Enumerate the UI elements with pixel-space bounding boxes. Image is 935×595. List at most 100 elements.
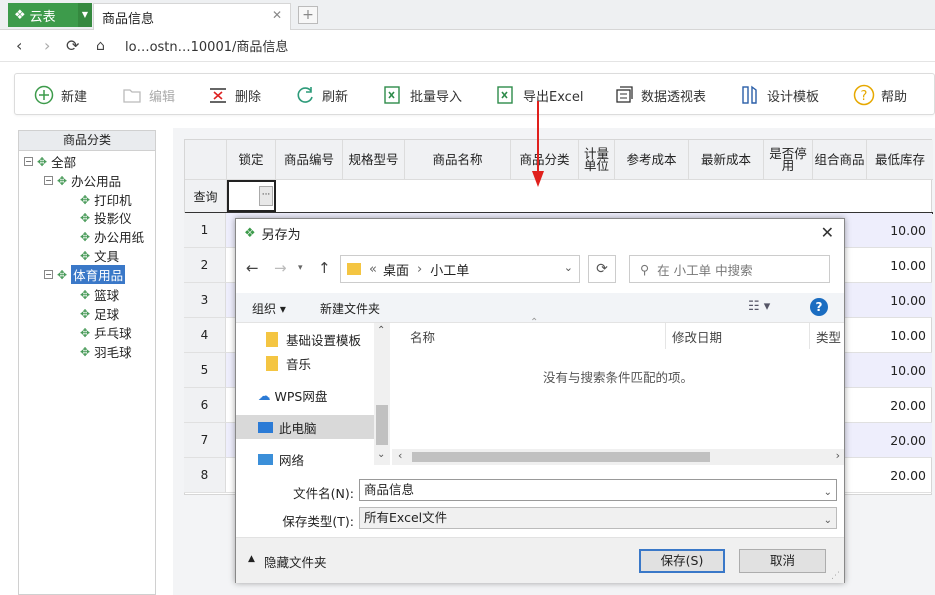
hide-folders-toggle[interactable]: 隐藏文件夹 bbox=[264, 552, 327, 571]
tree-node-sports[interactable]: − ✥ 体育用品 bbox=[44, 265, 126, 284]
tree-node-office-supplies[interactable]: − ✥ 办公用品 bbox=[44, 171, 121, 190]
tree-node-paper[interactable]: ✥ 办公用纸 bbox=[80, 227, 144, 246]
path-segment[interactable]: 桌面 bbox=[383, 260, 409, 279]
min-stock-cell[interactable]: 10.00 bbox=[866, 258, 926, 273]
min-stock-cell[interactable]: 10.00 bbox=[866, 293, 926, 308]
home-icon[interactable]: ⌂ bbox=[96, 38, 105, 54]
edit-button[interactable]: 编辑 bbox=[121, 84, 175, 106]
chevron-down-icon[interactable]: ⌄ bbox=[564, 261, 573, 274]
tree-node-football[interactable]: ✥ 足球 bbox=[80, 304, 119, 323]
refresh-button[interactable]: 刷新 bbox=[294, 84, 348, 106]
nav-item-selected[interactable]: 此电脑 bbox=[236, 415, 374, 439]
reload-icon[interactable]: ⟳ bbox=[66, 36, 79, 55]
resize-grip-icon[interactable]: ⋰ bbox=[831, 571, 840, 581]
query-cell-lock[interactable]: ··· bbox=[227, 180, 276, 212]
collapse-icon[interactable]: − bbox=[44, 270, 53, 279]
collapse-arrow-icon[interactable]: ▲ bbox=[248, 554, 255, 564]
row-number[interactable]: 5 bbox=[184, 353, 226, 388]
tab-product-info[interactable]: 商品信息 ✕ bbox=[93, 3, 291, 30]
refresh-path-button[interactable]: ⟳ bbox=[588, 255, 616, 283]
scroll-up-icon[interactable]: ⌃ bbox=[377, 325, 385, 336]
row-number[interactable]: 7 bbox=[184, 423, 226, 458]
scroll-down-icon[interactable]: ⌄ bbox=[377, 449, 385, 460]
col-header[interactable]: 计量单位 bbox=[579, 140, 615, 180]
node-icon: ✥ bbox=[57, 267, 68, 282]
row-number[interactable]: 4 bbox=[184, 318, 226, 353]
help-button[interactable]: ? 帮助 bbox=[853, 84, 907, 106]
help-icon[interactable]: ? bbox=[810, 298, 828, 316]
col-header[interactable]: 最低库存 bbox=[867, 140, 933, 180]
new-folder-button[interactable]: 新建文件夹 bbox=[320, 300, 380, 317]
path-overflow[interactable]: « bbox=[369, 262, 377, 277]
tree-node-stationery[interactable]: ✥ 文具 bbox=[80, 246, 119, 265]
back-icon[interactable]: ‹ bbox=[16, 36, 22, 55]
new-tab-button[interactable]: + bbox=[298, 6, 318, 24]
brand-dropdown-icon[interactable]: ▼ bbox=[78, 3, 92, 27]
row-number[interactable]: 1 bbox=[184, 213, 226, 248]
delete-button[interactable]: 删除 bbox=[207, 84, 261, 106]
up-arrow-icon[interactable]: ↑ bbox=[318, 259, 331, 277]
tree-node-all[interactable]: − ✥ 全部 bbox=[24, 152, 76, 171]
filename-input[interactable]: 商品信息 ⌄ bbox=[359, 479, 837, 501]
tree-node-printer[interactable]: ✥ 打印机 bbox=[80, 190, 132, 209]
col-header[interactable]: 组合商品 bbox=[813, 140, 867, 180]
scroll-thumb[interactable] bbox=[376, 405, 388, 445]
min-stock-cell[interactable]: 20.00 bbox=[866, 468, 926, 483]
min-stock-cell[interactable]: 10.00 bbox=[866, 223, 926, 238]
row-number[interactable]: 2 bbox=[184, 248, 226, 283]
folder-search-input[interactable]: ⚲ 在 小工单 中搜索 bbox=[629, 255, 830, 283]
collapse-icon[interactable]: − bbox=[44, 176, 53, 185]
forward-icon[interactable]: › bbox=[44, 36, 50, 55]
tree-node-pingpong[interactable]: ✥ 乒乓球 bbox=[80, 323, 132, 342]
file-list-hscrollbar[interactable]: ‹ › bbox=[392, 449, 844, 465]
collapse-icon[interactable]: − bbox=[24, 157, 33, 166]
batch-import-label: 批量导入 bbox=[410, 89, 463, 105]
col-header[interactable]: 商品名称 bbox=[405, 140, 511, 180]
row-number[interactable]: 3 bbox=[184, 283, 226, 318]
scroll-left-icon[interactable]: ‹ bbox=[398, 449, 402, 462]
col-header[interactable]: 商品编号 bbox=[276, 140, 343, 180]
new-button[interactable]: 新建 bbox=[33, 84, 87, 106]
organize-button[interactable]: 组织 ▾ bbox=[252, 300, 286, 317]
design-template-button[interactable]: 设计模板 bbox=[739, 84, 819, 106]
min-stock-cell[interactable]: 10.00 bbox=[866, 328, 926, 343]
col-modified[interactable]: 修改日期 bbox=[672, 323, 810, 349]
view-options-icon[interactable]: ☷ ▾ bbox=[748, 299, 770, 314]
col-header[interactable]: 参考成本 bbox=[615, 140, 689, 180]
ellipsis-button[interactable]: ··· bbox=[259, 186, 273, 206]
save-button[interactable]: 保存(S) bbox=[639, 549, 725, 573]
filetype-select[interactable]: 所有Excel文件 ⌄ bbox=[359, 507, 837, 529]
tab-close-icon[interactable]: ✕ bbox=[272, 8, 282, 22]
col-header[interactable]: 是否停用 bbox=[764, 140, 813, 180]
min-stock-cell[interactable]: 10.00 bbox=[866, 363, 926, 378]
brand-menu-button[interactable]: ❖ 云表 bbox=[8, 3, 78, 27]
back-arrow-icon[interactable]: ← bbox=[246, 259, 259, 277]
col-header[interactable]: 锁定 bbox=[227, 140, 276, 180]
path-box[interactable]: « 桌面 › 小工单 ⌄ bbox=[340, 255, 580, 283]
tree-node-basketball[interactable]: ✥ 篮球 bbox=[80, 285, 119, 304]
node-icon: ✥ bbox=[80, 344, 91, 359]
forward-arrow-icon[interactable]: → bbox=[274, 259, 287, 277]
recent-dropdown-icon[interactable]: ▾ bbox=[298, 263, 303, 273]
scroll-right-icon[interactable]: › bbox=[836, 449, 840, 462]
batch-import-button[interactable]: 批量导入 bbox=[382, 84, 462, 106]
col-header[interactable]: 最新成本 bbox=[689, 140, 764, 180]
pivot-table-button[interactable]: 数据透视表 bbox=[613, 84, 706, 106]
col-header[interactable]: 商品分类 bbox=[511, 140, 579, 180]
tree-node-badminton[interactable]: ✥ 羽毛球 bbox=[80, 342, 132, 361]
path-segment[interactable]: 小工单 bbox=[430, 260, 469, 279]
scroll-thumb[interactable] bbox=[412, 452, 710, 462]
chevron-down-icon[interactable]: ⌄ bbox=[824, 483, 832, 503]
url-field[interactable]: lo…ostn…10001/商品信息 bbox=[125, 36, 288, 55]
row-number[interactable]: 6 bbox=[184, 388, 226, 423]
min-stock-cell[interactable]: 20.00 bbox=[866, 398, 926, 413]
nav-scrollbar[interactable]: ⌃ ⌄ bbox=[374, 323, 390, 465]
tree-node-projector[interactable]: ✥ 投影仪 bbox=[80, 208, 132, 227]
chevron-down-icon[interactable]: ⌄ bbox=[824, 511, 832, 531]
row-number[interactable]: 8 bbox=[184, 458, 226, 493]
col-type[interactable]: 类型 bbox=[816, 323, 844, 349]
min-stock-cell[interactable]: 20.00 bbox=[866, 433, 926, 448]
close-icon[interactable]: ✕ bbox=[821, 223, 834, 242]
cancel-button[interactable]: 取消 bbox=[739, 549, 826, 573]
col-header[interactable]: 规格型号 bbox=[343, 140, 405, 180]
